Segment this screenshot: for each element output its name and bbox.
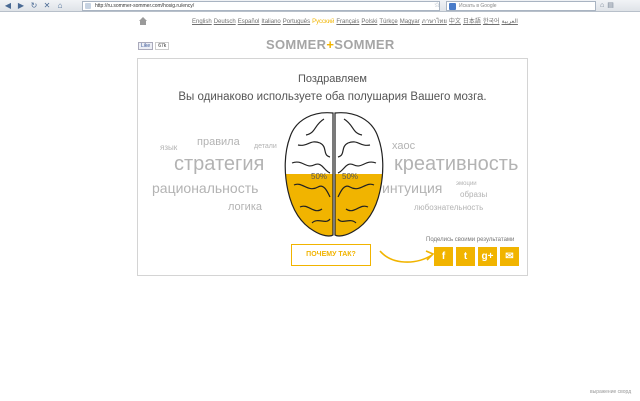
language-link-4[interactable]: Português <box>283 19 310 25</box>
toolbar-extra-icons[interactable]: ⌂▤ <box>600 1 617 9</box>
result-headline: Поздравляем <box>297 73 367 85</box>
right-percent: 50% <box>342 172 358 181</box>
language-link-3[interactable]: Italiano <box>261 19 280 25</box>
home-nav-icon[interactable]: ⌂ <box>55 1 65 11</box>
language-link-0[interactable]: English <box>192 19 212 25</box>
language-link-12[interactable]: 日本語 <box>463 19 481 25</box>
forward-icon[interactable]: ▶ <box>16 1 26 11</box>
mail-icon[interactable]: ✉ <box>500 247 519 266</box>
word-left-4: рациональность <box>152 180 259 196</box>
share-label: Поделись своими результатами <box>426 237 515 243</box>
like-count: 67k <box>155 42 170 50</box>
word-right-0: хаос <box>392 140 416 152</box>
favicon-icon <box>85 3 91 9</box>
language-link-14[interactable]: العربية <box>502 19 518 25</box>
home-icon[interactable] <box>138 16 148 26</box>
word-left-1: правила <box>197 136 240 148</box>
bookmark-star-icon[interactable]: ☆ <box>434 1 440 9</box>
word-left-5: логика <box>228 201 262 213</box>
language-link-5[interactable]: Русский <box>312 19 334 25</box>
left-percent: 50% <box>311 172 327 181</box>
language-link-9[interactable]: Magyar <box>400 19 420 25</box>
facebook-like: Like 67k <box>138 42 170 50</box>
address-bar[interactable]: http://ru.sommer-sommer.com/hosig.ru/enc… <box>82 1 440 11</box>
search-placeholder: Искать в Google <box>459 3 497 9</box>
like-button[interactable]: Like <box>138 42 154 50</box>
logo[interactable]: SOMMER+SOMMER <box>266 37 395 52</box>
result-card: Поздравляем Вы одинаково используете оба… <box>137 58 528 276</box>
refresh-icon[interactable]: ↻ <box>29 1 39 11</box>
language-link-13[interactable]: 한국어 <box>483 19 500 25</box>
language-link-11[interactable]: 中文 <box>449 19 461 25</box>
footer-link[interactable]: выражение сворд <box>590 389 631 395</box>
logo-left: SOMMER <box>266 37 327 52</box>
twitter-icon[interactable]: t <box>456 247 475 266</box>
language-link-6[interactable]: Français <box>336 19 359 25</box>
word-left-2: детали <box>254 143 277 150</box>
brain-illustration: 50% 50% <box>284 112 384 237</box>
address-text: http://ru.sommer-sommer.com/hosig.ru/enc… <box>95 3 195 9</box>
search-input[interactable]: Искать в Google <box>446 1 596 11</box>
browser-toolbar: ◀ ▶ ↻ ✕ ⌂ http://ru.sommer-sommer.com/ho… <box>0 0 640 12</box>
word-left-3: стратегия <box>174 153 265 175</box>
word-left-0: язык <box>160 143 178 152</box>
word-right-5: любознательность <box>414 203 484 212</box>
result-subline: Вы одинаково используете оба полушария В… <box>178 91 487 103</box>
word-right-1: креативность <box>394 153 519 175</box>
word-right-4: образы <box>460 190 488 199</box>
word-right-2: интуиция <box>382 180 443 196</box>
language-link-1[interactable]: Deutsch <box>214 19 236 25</box>
word-right-3: эмоции <box>456 181 477 187</box>
share-buttons: f t g+ ✉ <box>434 247 519 266</box>
language-link-2[interactable]: Español <box>238 19 260 25</box>
right-hemisphere-fill <box>335 174 383 236</box>
language-link-7[interactable]: Polski <box>361 19 377 25</box>
google-icon <box>449 3 456 10</box>
language-link-10[interactable]: ภาษาไทย <box>422 19 447 25</box>
back-icon[interactable]: ◀ <box>3 1 13 11</box>
language-selector: English Deutsch Español Italiano Português Ру… <box>192 16 520 26</box>
language-link-8[interactable]: Türkçe <box>379 19 397 25</box>
stop-icon[interactable]: ✕ <box>42 1 52 11</box>
logo-right: SOMMER <box>334 37 395 52</box>
google-plus-icon[interactable]: g+ <box>478 247 497 266</box>
facebook-icon[interactable]: f <box>434 247 453 266</box>
why-button[interactable]: ПОЧЕМУ ТАК? <box>291 244 371 266</box>
left-hemisphere-fill <box>285 174 333 236</box>
